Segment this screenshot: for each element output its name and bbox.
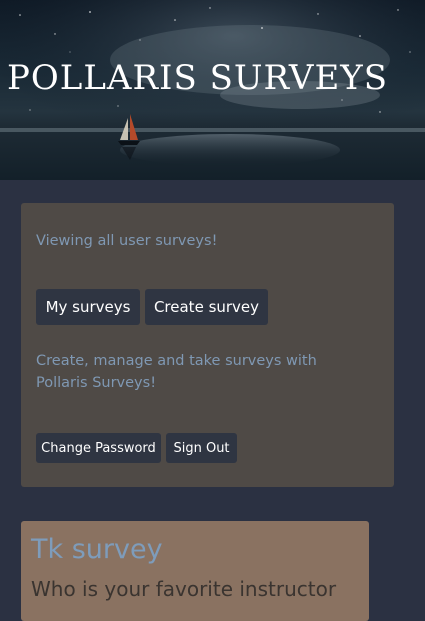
survey-card[interactable]: Tk survey Who is your favorite instructo… [21,521,369,621]
hero-banner: POLLARIS SURVEYS [0,0,425,180]
site-title: POLLARIS SURVEYS [7,58,389,98]
change-password-button[interactable]: Change Password [36,433,161,463]
survey-question: Who is your favorite instructor [31,577,337,601]
my-surveys-button[interactable]: My surveys [36,289,140,325]
dashboard-panel: Viewing all user surveys! My surveys Cre… [21,203,394,487]
tagline-text: Create, manage and take surveys with Pol… [36,353,317,391]
survey-title[interactable]: Tk survey [31,534,163,565]
status-text: Viewing all user surveys! [36,233,218,249]
sign-out-button[interactable]: Sign Out [166,433,237,463]
create-survey-button[interactable]: Create survey [145,289,268,325]
